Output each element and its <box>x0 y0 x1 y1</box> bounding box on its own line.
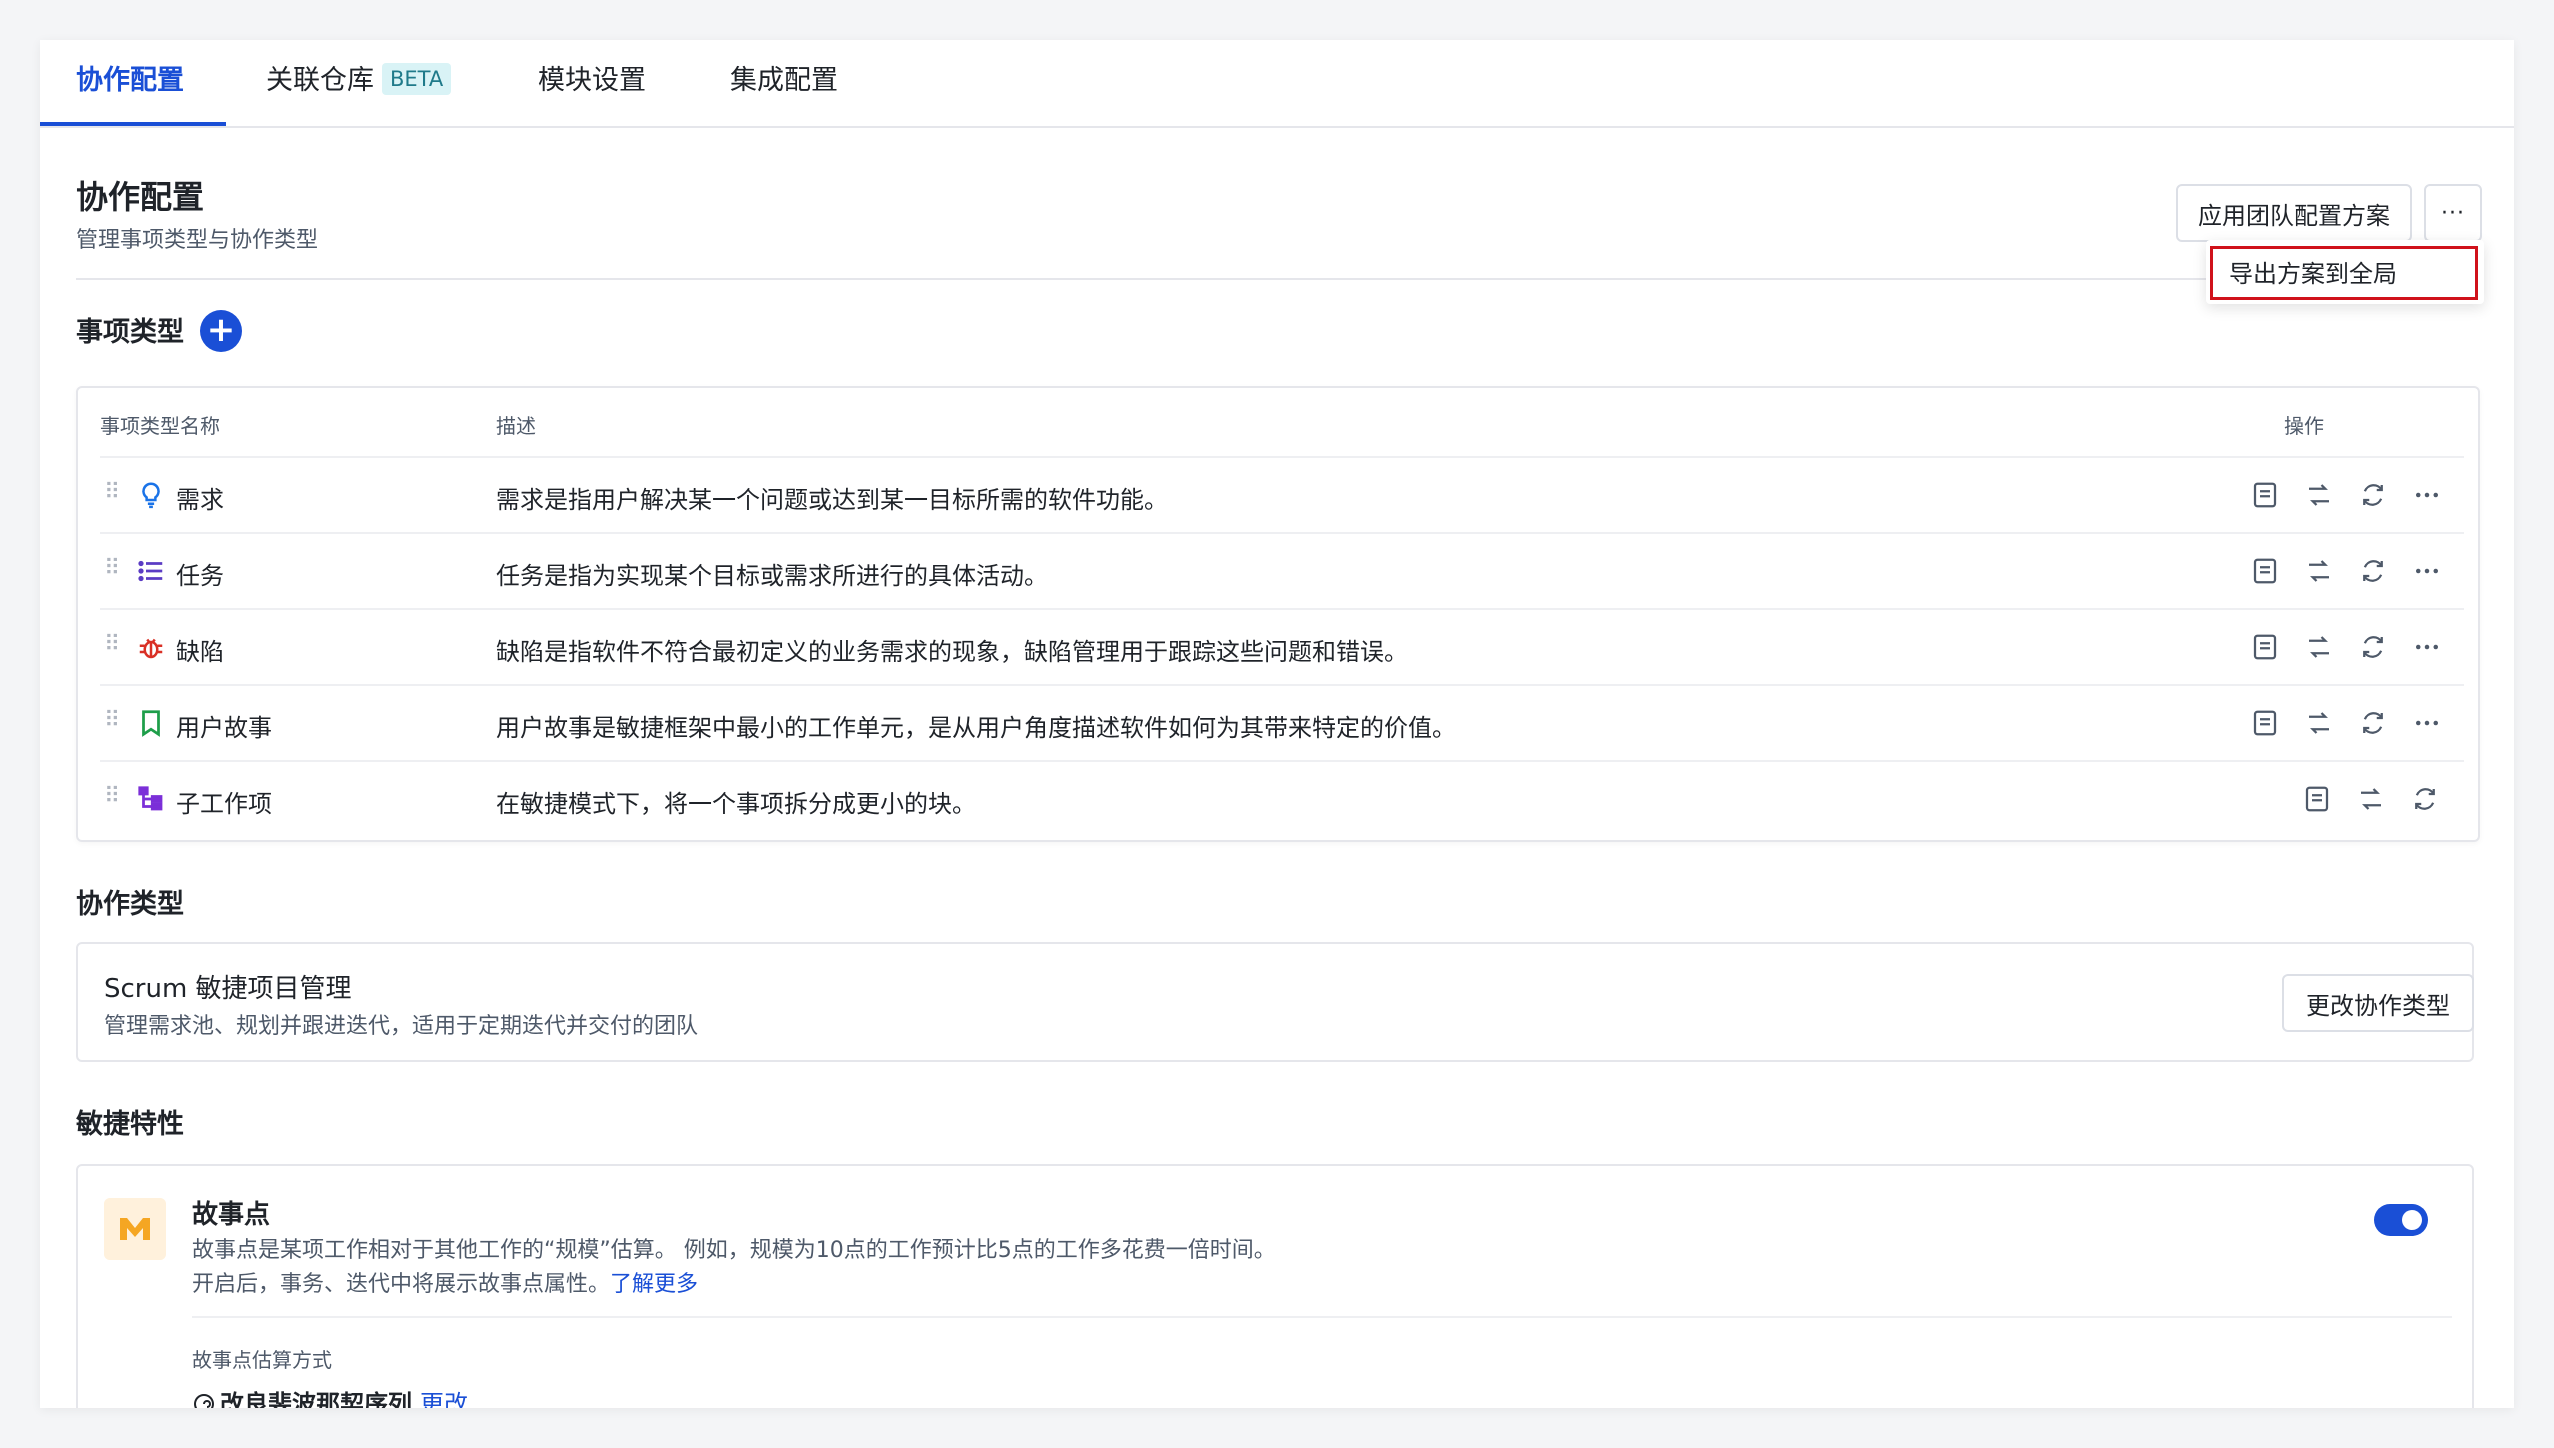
story-points-card: 故事点 故事点是某项工作相对于其他工作的“规模”估算。 例如，规模为10点的工作… <box>76 1164 2474 1408</box>
drag-handle-icon[interactable]: ⠿ <box>104 480 120 505</box>
refresh-icon[interactable] <box>2358 632 2388 662</box>
collab-type-title: 协作类型 <box>76 889 184 920</box>
issue-type-desc: 在敏捷模式下，将一个事项拆分成更小的块。 <box>496 790 976 818</box>
table-row: ⠿ 缺陷 缺陷是指软件不符合最初定义的业务需求的现象，缺陷管理用于跟踪这些问题和… <box>100 608 2464 684</box>
story-points-icon <box>104 1198 166 1260</box>
export-scheme-menu-item[interactable]: 导出方案到全局 <box>2210 246 2478 300</box>
header-divider <box>76 278 2480 280</box>
list-icon <box>138 560 163 582</box>
collab-type-card: Scrum 敏捷项目管理 管理需求池、规划并跟进迭代，适用于定期迭代并交付的团队… <box>76 942 2474 1062</box>
estimation-method: 改良斐波那契序列 更改 <box>192 1384 468 1408</box>
tab-bar: 协作配置 关联仓库 BETA 模块设置 集成配置 <box>40 40 2514 128</box>
drag-handle-icon[interactable]: ⠿ <box>104 632 120 657</box>
field-config-icon[interactable] <box>2250 632 2280 662</box>
more-options-dropdown: 导出方案到全局 <box>2206 240 2484 304</box>
table-row: ⠿ 任务 任务是指为实现某个目标或需求所进行的具体活动。 <box>100 532 2464 608</box>
collab-type-name: Scrum 敏捷项目管理 <box>104 974 352 1004</box>
more-options-button[interactable]: ··· <box>2424 184 2482 242</box>
lightbulb-icon <box>142 482 160 509</box>
issue-type-desc: 需求是指用户解决某一个问题或达到某一目标所需的软件功能。 <box>496 486 1168 514</box>
tab-integration-config[interactable]: 集成配置 <box>730 40 838 128</box>
page-title: 协作配置 <box>76 178 205 216</box>
apply-team-config-button[interactable]: 应用团队配置方案 <box>2176 184 2412 242</box>
workflow-icon[interactable] <box>2304 632 2334 662</box>
workflow-icon[interactable] <box>2356 784 2386 814</box>
refresh-icon[interactable] <box>2410 784 2440 814</box>
more-icon[interactable] <box>2412 480 2442 510</box>
workflow-icon[interactable] <box>2304 708 2334 738</box>
issue-types-table: 事项类型名称 描述 操作 ⠿ 需求 需求是指用户解决某一个问题或达到某一目标所需… <box>76 386 2480 842</box>
refresh-icon[interactable] <box>2358 480 2388 510</box>
drag-handle-icon[interactable]: ⠿ <box>104 556 120 581</box>
field-config-icon[interactable] <box>2250 708 2280 738</box>
toggle-knob <box>2402 1210 2422 1230</box>
drag-handle-icon[interactable]: ⠿ <box>104 708 120 733</box>
table-row: ⠿ 用户故事 用户故事是敏捷框架中最小的工作单元，是从用户角度描述软件如何为其带… <box>100 684 2464 760</box>
story-points-note: 开启后，事务、迭代中将展示故事点属性。了解更多 <box>192 1272 699 1297</box>
issue-type-desc: 任务是指为实现某个目标或需求所进行的具体活动。 <box>496 562 1048 590</box>
change-collab-type-button[interactable]: 更改协作类型 <box>2282 974 2474 1032</box>
bug-icon <box>139 638 163 659</box>
drag-handle-icon[interactable]: ⠿ <box>104 784 120 809</box>
workflow-icon[interactable] <box>2304 556 2334 586</box>
field-config-icon[interactable] <box>2302 784 2332 814</box>
column-header-ops: 操作 <box>2284 414 2324 438</box>
workflow-icon[interactable] <box>2304 480 2334 510</box>
add-issue-type-button[interactable]: + <box>200 310 242 352</box>
story-points-toggle[interactable] <box>2374 1204 2428 1236</box>
issue-types-title: 事项类型 <box>76 317 184 348</box>
column-header-name: 事项类型名称 <box>100 414 220 438</box>
learn-more-link[interactable]: 了解更多 <box>610 1272 698 1297</box>
beta-badge: BETA <box>382 63 452 95</box>
column-header-desc: 描述 <box>496 414 536 438</box>
sequence-icon <box>194 1394 214 1408</box>
more-icon[interactable] <box>2412 708 2442 738</box>
more-icon[interactable] <box>2412 556 2442 586</box>
table-row: ⠿ 需求 需求是指用户解决某一个问题或达到某一目标所需的软件功能。 <box>100 456 2464 532</box>
tab-module-settings[interactable]: 模块设置 <box>538 40 646 128</box>
field-config-icon[interactable] <box>2250 556 2280 586</box>
issue-type-desc: 缺陷是指软件不符合最初定义的业务需求的现象，缺陷管理用于跟踪这些问题和错误。 <box>496 638 1408 666</box>
bookmark-icon <box>142 710 160 737</box>
refresh-icon[interactable] <box>2358 556 2388 586</box>
issue-type-name: 任务 <box>176 562 224 590</box>
settings-panel: 协作配置 关联仓库 BETA 模块设置 集成配置 协作配置 管理事项类型与协作类型… <box>40 40 2514 1408</box>
tab-linked-repo[interactable]: 关联仓库 BETA <box>266 40 452 128</box>
more-icon[interactable] <box>2412 632 2442 662</box>
story-points-title: 故事点 <box>192 1200 271 1230</box>
change-method-link[interactable]: 更改 <box>420 1390 468 1408</box>
story-points-desc: 故事点是某项工作相对于其他工作的“规模”估算。 例如，规模为10点的工作预计比5… <box>192 1238 1276 1263</box>
issue-type-name: 用户故事 <box>176 714 272 742</box>
issue-type-name: 缺陷 <box>176 638 224 666</box>
collab-type-desc: 管理需求池、规划并跟进迭代，适用于定期迭代并交付的团队 <box>104 1014 699 1039</box>
subtask-icon <box>138 786 163 811</box>
active-tab-indicator <box>40 122 226 126</box>
issue-type-name: 子工作项 <box>176 790 272 818</box>
refresh-icon[interactable] <box>2358 708 2388 738</box>
estimation-method-label: 故事点估算方式 <box>192 1348 332 1372</box>
agile-features-title: 敏捷特性 <box>76 1109 184 1140</box>
story-points-divider <box>192 1316 2452 1318</box>
issue-type-name: 需求 <box>176 486 224 514</box>
field-config-icon[interactable] <box>2250 480 2280 510</box>
table-row: ⠿ 子工作项 在敏捷模式下，将一个事项拆分成更小的块。 <box>100 760 2464 836</box>
page-subtitle: 管理事项类型与协作类型 <box>76 228 319 253</box>
issue-type-desc: 用户故事是敏捷框架中最小的工作单元，是从用户角度描述软件如何为其带来特定的价值。 <box>496 714 1456 742</box>
tab-collab-config[interactable]: 协作配置 <box>76 40 184 128</box>
